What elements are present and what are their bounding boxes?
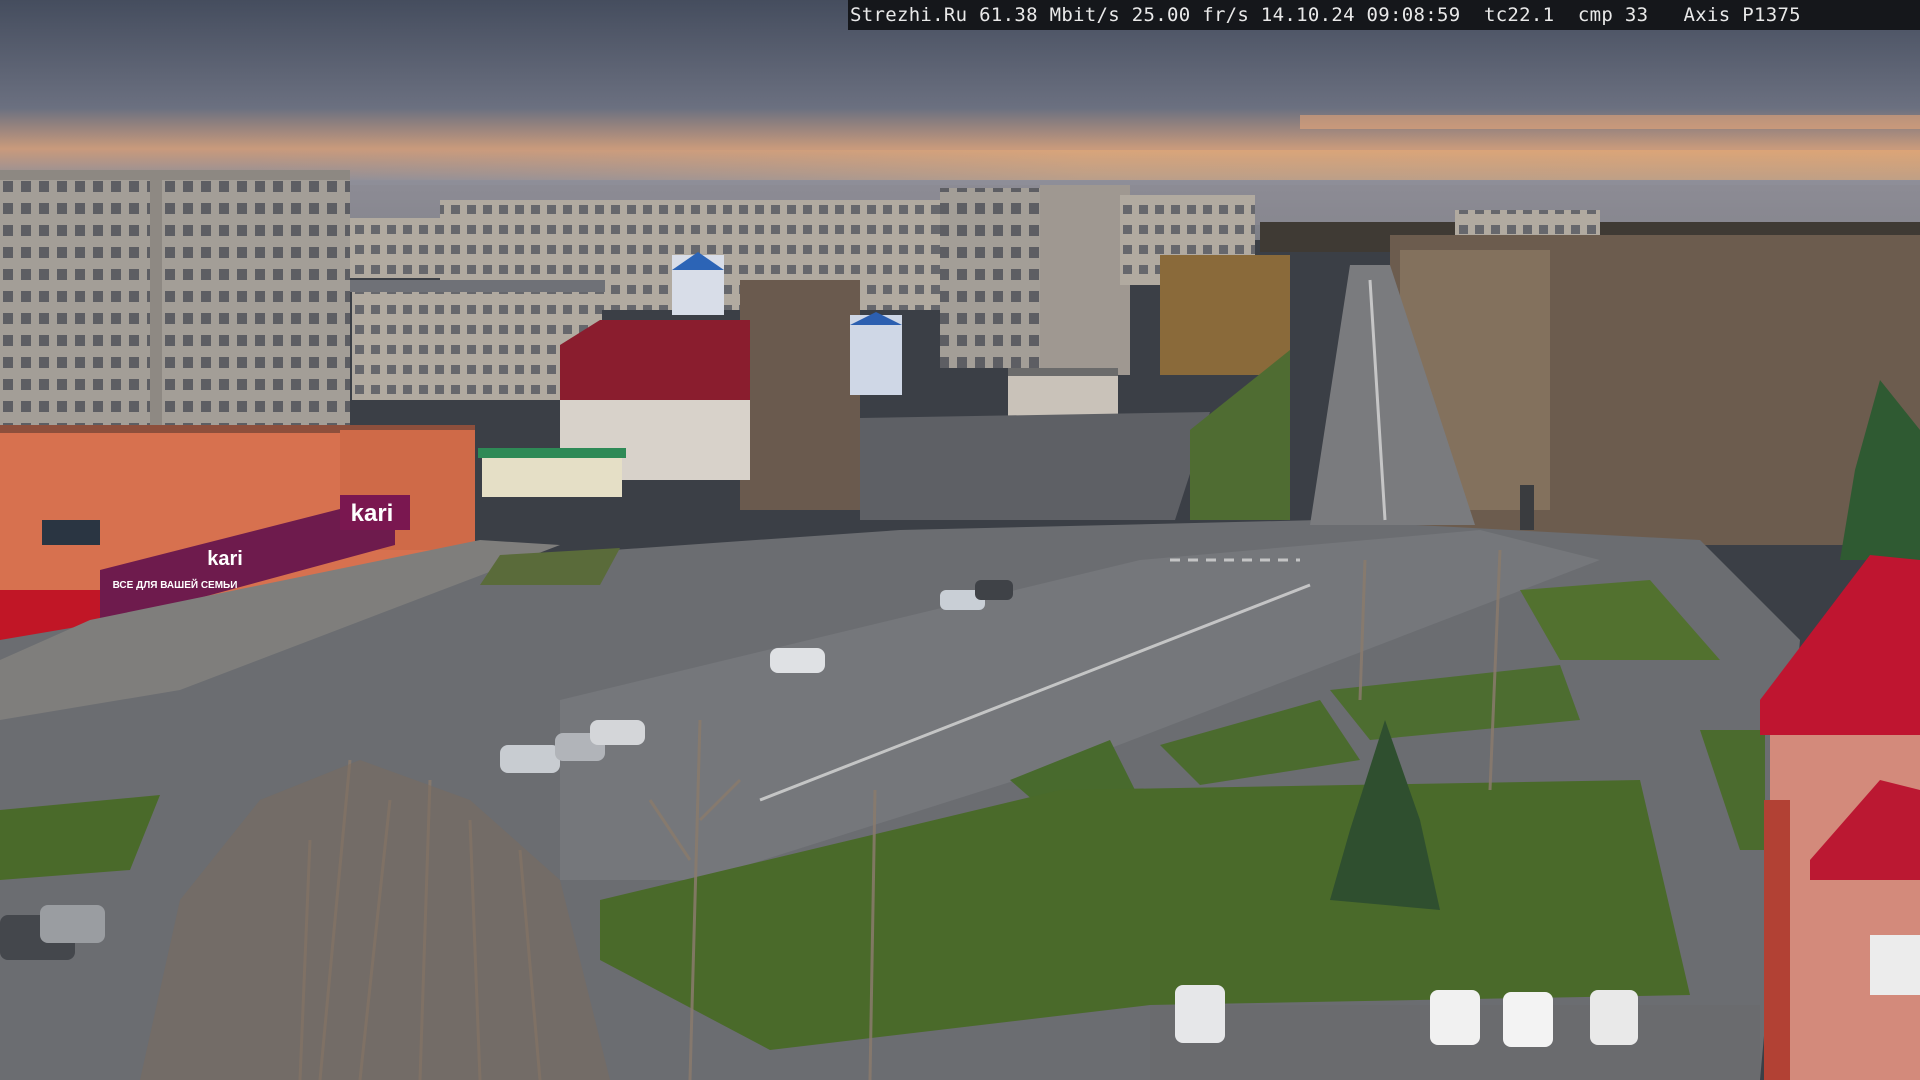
osd-tc: tc22.1 xyxy=(1483,4,1555,26)
osd-site: Strezhi.Ru xyxy=(850,4,968,26)
upper-parking-lot xyxy=(860,412,1210,520)
kari-tagline: ВСЕ ДЛЯ ВАШЕЙ СЕМЬИ xyxy=(113,578,238,591)
kari-sign-small: kari xyxy=(207,548,243,570)
osd-framerate: 25.00 fr/s xyxy=(1131,4,1250,26)
scene-illustration: kari kari ВСЕ ДЛЯ ВАШЕЙ СЕМЬИ xyxy=(0,0,1920,1080)
osd-timestamp: 14.10.24 09:08:59 xyxy=(1260,4,1461,26)
kari-sign-large: kari xyxy=(351,500,394,527)
osd-camera-model: Axis P1375 xyxy=(1683,4,1801,26)
osd-bitrate: 61.38 Mbit/s xyxy=(979,4,1121,26)
monument xyxy=(1520,485,1534,530)
camera-scene: kari kari ВСЕ ДЛЯ ВАШЕЙ СЕМЬИ xyxy=(0,0,1920,1080)
camera-osd-overlay: Strezhi.Ru 61.38 Mbit/s 25.00 fr/s 14.10… xyxy=(848,0,1920,30)
osd-cmp: cmp 33 xyxy=(1577,4,1649,26)
